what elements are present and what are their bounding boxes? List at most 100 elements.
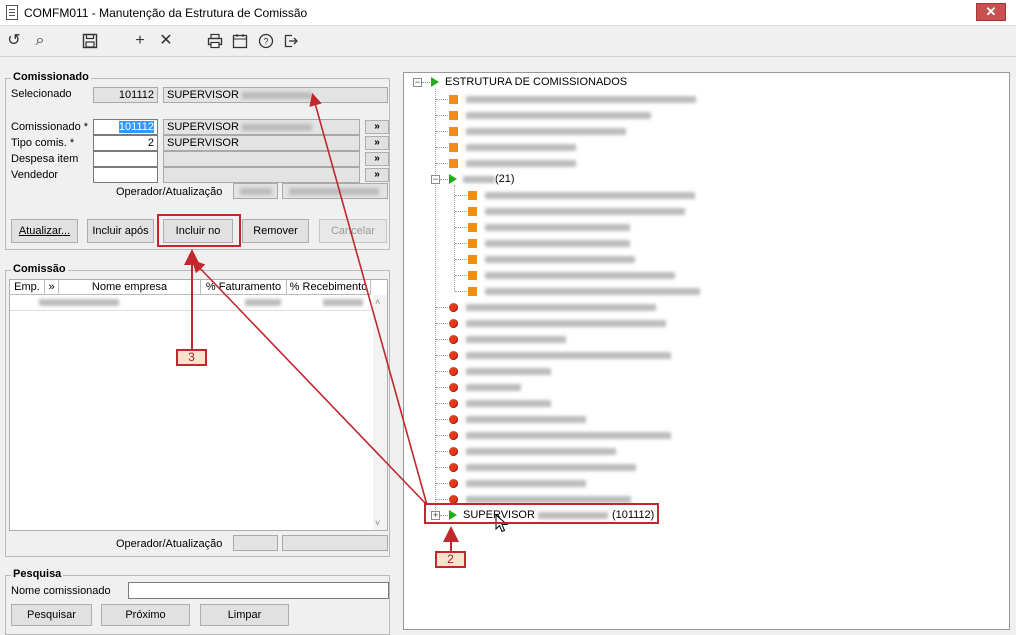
selecionado-name: SUPERVISOR [163, 87, 388, 103]
print-icon[interactable] [205, 31, 225, 51]
tree-node[interactable] [449, 364, 551, 378]
vendedor-lookup-button[interactable]: » [365, 168, 389, 182]
tree-node[interactable] [449, 316, 666, 330]
comissao-title: Comissão [11, 263, 68, 275]
selecionado-name-text: SUPERVISOR [167, 89, 239, 101]
tree-root-node[interactable]: ESTRUTURA DE COMISSIONADOS [431, 75, 627, 89]
tree-node[interactable] [449, 412, 586, 426]
circle-node-icon [449, 350, 458, 360]
limpar-button[interactable]: Limpar [200, 604, 289, 626]
despesa-item-label: Despesa item [11, 153, 79, 165]
commission-tree[interactable]: − ESTRUTURA DE COMISSIONADOS − (21) + SU… [403, 72, 1010, 630]
tipo-comis-lookup-button[interactable]: » [365, 136, 389, 150]
col-emp[interactable]: Emp. [10, 280, 45, 295]
tree-group-count: (21) [495, 173, 515, 185]
atualizar-label: Atualizar... [18, 225, 71, 237]
document-icon [6, 5, 18, 20]
window-title: COMFM011 - Manutenção da Estrutura de Co… [24, 6, 308, 20]
tree-node[interactable] [449, 428, 671, 442]
collapse-icon[interactable]: − [413, 78, 422, 87]
callout-number-2: 2 [435, 551, 466, 568]
col-faturamento[interactable]: % Faturamento [201, 280, 287, 295]
undo-icon[interactable]: ↺ [4, 31, 24, 51]
square-node-icon [468, 222, 477, 232]
tree-node[interactable] [449, 380, 521, 394]
vendedor-label: Vendedor [11, 169, 59, 181]
tree-node[interactable] [449, 108, 651, 122]
tree-node[interactable] [468, 204, 685, 218]
callout-number-3: 3 [176, 349, 207, 366]
tree-node[interactable] [449, 140, 576, 154]
close-icon[interactable]: ✕ [156, 31, 176, 51]
circle-node-icon [449, 398, 458, 408]
toolbar: ↺ ⌕ + ✕ ? [0, 27, 1016, 57]
callout-box-supervisor-node [424, 503, 659, 524]
operador-label: Operador/Atualização [116, 186, 223, 198]
remover-button[interactable]: Remover [242, 219, 309, 243]
collapse-icon[interactable]: − [431, 175, 440, 184]
scroll-up-icon[interactable]: ˄ [375, 297, 380, 307]
play-icon [449, 174, 457, 185]
tree-node[interactable] [449, 348, 671, 362]
add-icon[interactable]: + [130, 31, 150, 51]
help-icon[interactable]: ? [256, 31, 276, 51]
search-icon[interactable]: ⌕ [30, 31, 50, 51]
comissionado-title: Comissionado [11, 71, 91, 83]
tree-node[interactable] [449, 476, 586, 490]
comissionado-lookup-button[interactable]: » [365, 120, 389, 134]
despesa-item-name [163, 151, 360, 167]
selecionado-code: 101112 [93, 87, 158, 103]
exit-icon[interactable] [281, 31, 301, 51]
pesquisar-button[interactable]: Pesquisar [11, 604, 92, 626]
scroll-down-icon[interactable]: ˅ [375, 518, 380, 528]
tree-node[interactable] [449, 332, 566, 346]
grid-scrollbar[interactable]: ˄ ˅ [373, 295, 387, 530]
atualizar-button[interactable]: Atualizar... [11, 219, 78, 243]
comissionado-code-input[interactable]: 101112 [93, 119, 158, 135]
comissao-operador-field [233, 535, 278, 551]
tree-node[interactable] [449, 156, 576, 170]
vendedor-input[interactable] [93, 167, 158, 183]
square-node-icon [468, 206, 477, 216]
tree-node[interactable] [449, 444, 616, 458]
despesa-item-input[interactable] [93, 151, 158, 167]
square-node-icon [468, 286, 477, 296]
col-recebimento[interactable]: % Recebimento [287, 280, 371, 295]
selecionado-label: Selecionado [11, 88, 72, 100]
tree-node[interactable] [468, 220, 630, 234]
tree-node[interactable] [449, 460, 636, 474]
square-node-icon [449, 110, 458, 120]
nome-comissionado-input[interactable] [128, 582, 389, 599]
tree-node[interactable] [468, 236, 630, 250]
tree-node[interactable] [449, 92, 696, 106]
incluir-apos-button[interactable]: Incluir após [87, 219, 154, 243]
col-nome-empresa[interactable]: Nome empresa [59, 280, 201, 295]
window-close-button[interactable]: ✕ [976, 3, 1006, 21]
tree-node[interactable] [449, 124, 626, 138]
tree-node[interactable] [468, 284, 700, 298]
tipo-comis-input[interactable]: 2 [93, 135, 158, 151]
title-bar: COMFM011 - Manutenção da Estrutura de Co… [0, 0, 1016, 26]
tree-root-label: ESTRUTURA DE COMISSIONADOS [445, 76, 628, 88]
tree-node[interactable] [468, 268, 675, 282]
comissionado-name: SUPERVISOR [163, 119, 360, 135]
tree-node[interactable] [468, 252, 635, 266]
tipo-comis-name: SUPERVISOR [163, 135, 360, 151]
tree-node[interactable] [468, 188, 695, 202]
save-icon[interactable] [80, 31, 100, 51]
circle-node-icon [449, 382, 458, 392]
comissao-grid[interactable]: Emp. » Nome empresa % Faturamento % Rece… [9, 279, 388, 531]
nome-comissionado-label: Nome comissionado [11, 585, 111, 597]
proximo-button[interactable]: Próximo [101, 604, 190, 626]
square-node-icon [449, 142, 458, 152]
tree-node[interactable] [449, 396, 551, 410]
vendedor-name [163, 167, 360, 183]
tree-group-node[interactable]: (21) [449, 172, 515, 186]
calendar-icon[interactable] [230, 31, 250, 51]
table-row[interactable] [10, 295, 371, 311]
cancelar-button[interactable]: Cancelar [319, 219, 387, 243]
tree-node[interactable] [449, 300, 656, 314]
col-lookup[interactable]: » [45, 280, 59, 295]
despesa-item-lookup-button[interactable]: » [365, 152, 389, 166]
svg-text:?: ? [263, 37, 268, 47]
